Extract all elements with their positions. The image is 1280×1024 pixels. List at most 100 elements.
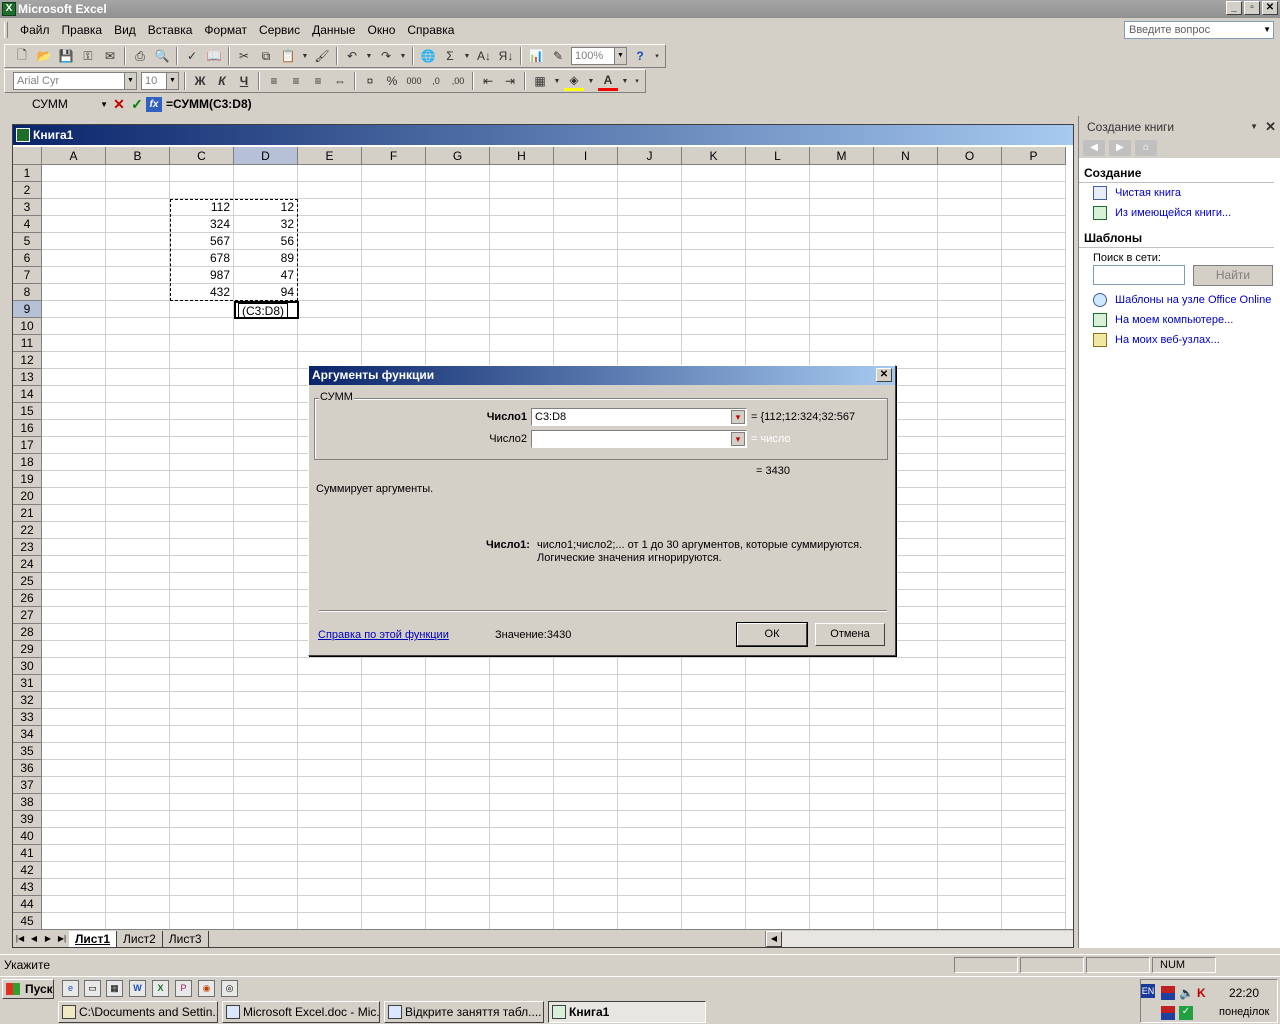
row-header-5[interactable]: 5 bbox=[13, 233, 42, 250]
cell-a35[interactable] bbox=[42, 743, 106, 760]
cell-j42[interactable] bbox=[618, 862, 682, 879]
cell-e34[interactable] bbox=[298, 726, 362, 743]
chevron-down-icon[interactable]: ▼ bbox=[398, 46, 408, 66]
cell-e8[interactable] bbox=[298, 284, 362, 301]
column-header-a[interactable]: A bbox=[42, 147, 106, 165]
cell-i41[interactable] bbox=[554, 845, 618, 862]
cell-e36[interactable] bbox=[298, 760, 362, 777]
cell-c38[interactable] bbox=[170, 794, 234, 811]
cell-f11[interactable] bbox=[362, 335, 426, 352]
increase-decimal-icon[interactable]: ,0 bbox=[426, 71, 446, 91]
chevron-down-icon[interactable]: ▼ bbox=[300, 46, 310, 66]
cell-i39[interactable] bbox=[554, 811, 618, 828]
cell-l2[interactable] bbox=[746, 182, 810, 199]
cell-h31[interactable] bbox=[490, 675, 554, 692]
cell-n36[interactable] bbox=[874, 760, 938, 777]
cell-k1[interactable] bbox=[682, 165, 746, 182]
cell-b25[interactable] bbox=[106, 573, 170, 590]
cell-m36[interactable] bbox=[810, 760, 874, 777]
cell-i2[interactable] bbox=[554, 182, 618, 199]
cell-n5[interactable] bbox=[874, 233, 938, 250]
cell-d32[interactable] bbox=[234, 692, 298, 709]
cell-c45[interactable] bbox=[170, 913, 234, 930]
cell-p20[interactable] bbox=[1002, 488, 1066, 505]
cell-i7[interactable] bbox=[554, 267, 618, 284]
cell-k35[interactable] bbox=[682, 743, 746, 760]
align-right-icon[interactable]: ≡ bbox=[308, 71, 328, 91]
column-header-k[interactable]: K bbox=[682, 147, 746, 165]
cell-a20[interactable] bbox=[42, 488, 106, 505]
back-icon[interactable]: ◀ bbox=[1083, 140, 1105, 156]
cell-m32[interactable] bbox=[810, 692, 874, 709]
cell-m8[interactable] bbox=[810, 284, 874, 301]
cell-j43[interactable] bbox=[618, 879, 682, 896]
cell-g38[interactable] bbox=[426, 794, 490, 811]
cell-p25[interactable] bbox=[1002, 573, 1066, 590]
cell-m33[interactable] bbox=[810, 709, 874, 726]
cell-l31[interactable] bbox=[746, 675, 810, 692]
cell-k37[interactable] bbox=[682, 777, 746, 794]
cell-e37[interactable] bbox=[298, 777, 362, 794]
cell-c23[interactable] bbox=[170, 539, 234, 556]
cell-a28[interactable] bbox=[42, 624, 106, 641]
cell-h11[interactable] bbox=[490, 335, 554, 352]
cell-f37[interactable] bbox=[362, 777, 426, 794]
cell-l45[interactable] bbox=[746, 913, 810, 930]
cell-b17[interactable] bbox=[106, 437, 170, 454]
cell-b39[interactable] bbox=[106, 811, 170, 828]
chevron-down-icon[interactable]: ▼ bbox=[620, 71, 630, 91]
row-header-44[interactable]: 44 bbox=[13, 896, 42, 913]
cell-c12[interactable] bbox=[170, 352, 234, 369]
cell-h39[interactable] bbox=[490, 811, 554, 828]
cell-k10[interactable] bbox=[682, 318, 746, 335]
cell-p5[interactable] bbox=[1002, 233, 1066, 250]
cell-p41[interactable] bbox=[1002, 845, 1066, 862]
cell-l44[interactable] bbox=[746, 896, 810, 913]
cell-p22[interactable] bbox=[1002, 522, 1066, 539]
cell-k41[interactable] bbox=[682, 845, 746, 862]
chevron-down-icon[interactable]: ▼ bbox=[364, 46, 374, 66]
column-header-g[interactable]: G bbox=[426, 147, 490, 165]
cell-e3[interactable] bbox=[298, 199, 362, 216]
cell-o13[interactable] bbox=[938, 369, 1002, 386]
cell-h37[interactable] bbox=[490, 777, 554, 794]
cell-b19[interactable] bbox=[106, 471, 170, 488]
cell-p37[interactable] bbox=[1002, 777, 1066, 794]
cell-n1[interactable] bbox=[874, 165, 938, 182]
cell-h7[interactable] bbox=[490, 267, 554, 284]
cell-o7[interactable] bbox=[938, 267, 1002, 284]
cell-g8[interactable] bbox=[426, 284, 490, 301]
forward-icon[interactable]: ▶ bbox=[1109, 140, 1131, 156]
cell-p28[interactable] bbox=[1002, 624, 1066, 641]
row-header-21[interactable]: 21 bbox=[13, 505, 42, 522]
cell-b31[interactable] bbox=[106, 675, 170, 692]
cell-f4[interactable] bbox=[362, 216, 426, 233]
home-icon[interactable]: ⌂ bbox=[1135, 140, 1157, 156]
cell-g4[interactable] bbox=[426, 216, 490, 233]
row-header-33[interactable]: 33 bbox=[13, 709, 42, 726]
print-preview-icon[interactable]: 🔍 bbox=[152, 46, 172, 66]
cell-k11[interactable] bbox=[682, 335, 746, 352]
cell-c14[interactable] bbox=[170, 386, 234, 403]
cell-j4[interactable] bbox=[618, 216, 682, 233]
cell-j5[interactable] bbox=[618, 233, 682, 250]
cell-h33[interactable] bbox=[490, 709, 554, 726]
cell-p16[interactable] bbox=[1002, 420, 1066, 437]
cell-n11[interactable] bbox=[874, 335, 938, 352]
cell-f42[interactable] bbox=[362, 862, 426, 879]
link-blank-workbook[interactable]: Чистая книга bbox=[1079, 183, 1280, 203]
cell-j7[interactable] bbox=[618, 267, 682, 284]
cell-a23[interactable] bbox=[42, 539, 106, 556]
cell-p11[interactable] bbox=[1002, 335, 1066, 352]
cell-d16[interactable] bbox=[234, 420, 298, 437]
cell-d26[interactable] bbox=[234, 590, 298, 607]
cell-f34[interactable] bbox=[362, 726, 426, 743]
cell-b18[interactable] bbox=[106, 454, 170, 471]
toolbar-options-icon[interactable]: ▾ bbox=[632, 71, 642, 91]
row-header-29[interactable]: 29 bbox=[13, 641, 42, 658]
cell-l36[interactable] bbox=[746, 760, 810, 777]
cell-d4[interactable]: 32 bbox=[234, 216, 298, 233]
column-header-c[interactable]: C bbox=[170, 147, 234, 165]
cell-a17[interactable] bbox=[42, 437, 106, 454]
cell-i8[interactable] bbox=[554, 284, 618, 301]
